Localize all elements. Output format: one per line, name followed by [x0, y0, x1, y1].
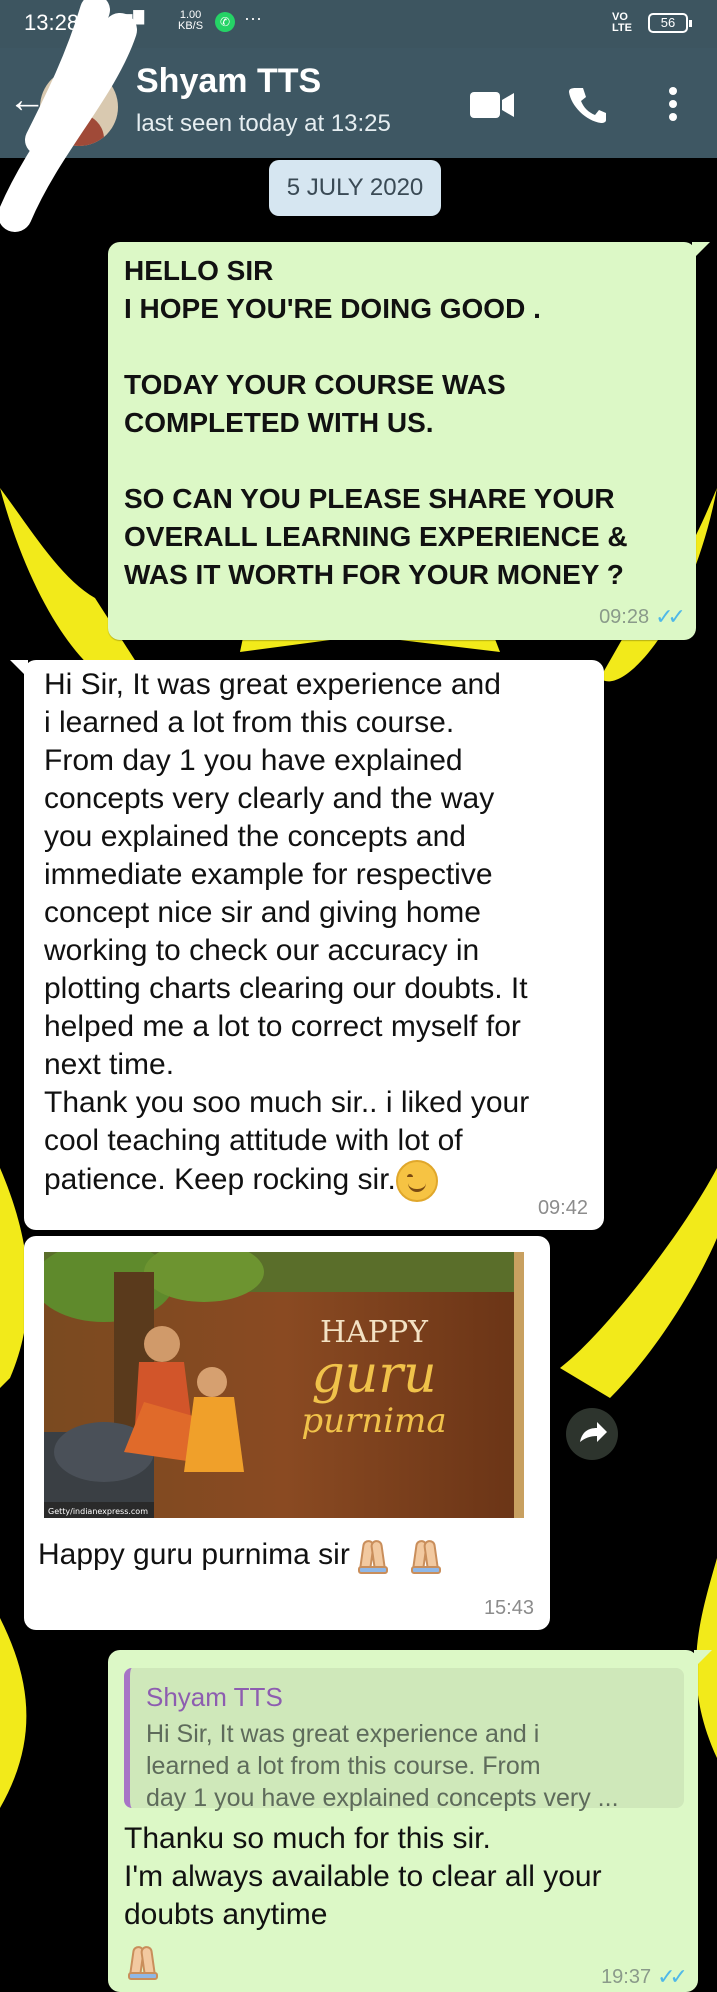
message-body: Hi Sir, It was great experience and i le… — [44, 668, 530, 1196]
image-credit: Getty/indianexpress.com — [48, 1507, 148, 1516]
forward-button[interactable] — [566, 1408, 618, 1460]
voice-call-icon[interactable] — [568, 84, 608, 124]
message-meta: 15:43 — [484, 1597, 534, 1620]
contact-name[interactable]: Shyam TTS — [136, 62, 321, 101]
folded-hands-emoji-icon — [410, 1538, 441, 1575]
message-meta: 09:28 ✓✓ — [599, 604, 686, 630]
smile-emoji-icon — [395, 1160, 438, 1202]
guru-purnima-image[interactable]: HAPPY guru purnima Getty/indianexpress.c… — [44, 1252, 524, 1518]
folded-hands-emoji-icon — [358, 1538, 389, 1575]
incoming-message[interactable]: Hi Sir, It was great experience and i le… — [10, 660, 604, 1230]
message-time: 09:42 — [537, 1197, 588, 1219]
network-speed: 1.00 KB/S — [178, 9, 204, 32]
outgoing-reply-message[interactable]: Shyam TTS Hi Sir, It was great experienc… — [108, 1650, 712, 1992]
read-ticks-icon: ✓✓ — [655, 604, 686, 629]
message-time: 19:37 — [601, 1965, 652, 1988]
message-text: Thanku so much for this sir. I'm always … — [124, 1822, 602, 1931]
forward-icon — [580, 1422, 607, 1442]
quoted-author: Shyam TTS — [146, 1682, 283, 1712]
message-text: HELLO SIR I HOPE YOU'RE DOING GOOD . TOD… — [124, 255, 628, 590]
message-time: 09:28 — [599, 605, 650, 628]
volte-indicator: VO LTE — [612, 11, 632, 34]
message-meta: 19:37 ✓✓ — [601, 1964, 688, 1990]
battery-indicator: 56 — [648, 13, 692, 33]
last-seen-status: last seen today at 13:25 — [136, 110, 391, 137]
image-caption: Happy guru purnima sir — [38, 1536, 518, 1575]
date-separator: 5 JULY 2020 — [269, 160, 441, 216]
quoted-message[interactable]: Shyam TTS Hi Sir, It was great experienc… — [124, 1668, 684, 1812]
message-meta: 09:42 — [538, 1197, 588, 1220]
more-notifications-indicator: ··· — [244, 8, 262, 28]
read-ticks-icon: ✓✓ — [657, 1964, 688, 1989]
guru-purnima-illustration: HAPPY guru purnima Getty/indianexpress.c… — [44, 1252, 524, 1518]
quoted-text: Hi Sir, It was great experience and i le… — [146, 1720, 619, 1812]
message-time: 15:43 — [483, 1597, 534, 1619]
folded-hands-emoji-icon — [128, 1944, 158, 1980]
message-text: Hi Sir, It was great experience and i le… — [44, 666, 584, 1202]
outgoing-message[interactable]: HELLO SIR I HOPE YOU'RE DOING GOOD . TOD… — [108, 242, 710, 640]
image-text-purnima: purnima — [301, 1401, 446, 1441]
more-options-icon[interactable] — [666, 86, 680, 122]
redaction-scribble — [0, 0, 137, 232]
image-text-guru: guru — [311, 1345, 436, 1405]
video-call-icon[interactable] — [470, 90, 514, 120]
incoming-image-message[interactable]: HAPPY guru purnima Getty/indianexpress.c… — [24, 1236, 550, 1630]
whatsapp-notification-icon: ✆ — [215, 12, 235, 32]
caption-text: Happy guru purnima sir — [38, 1538, 350, 1571]
